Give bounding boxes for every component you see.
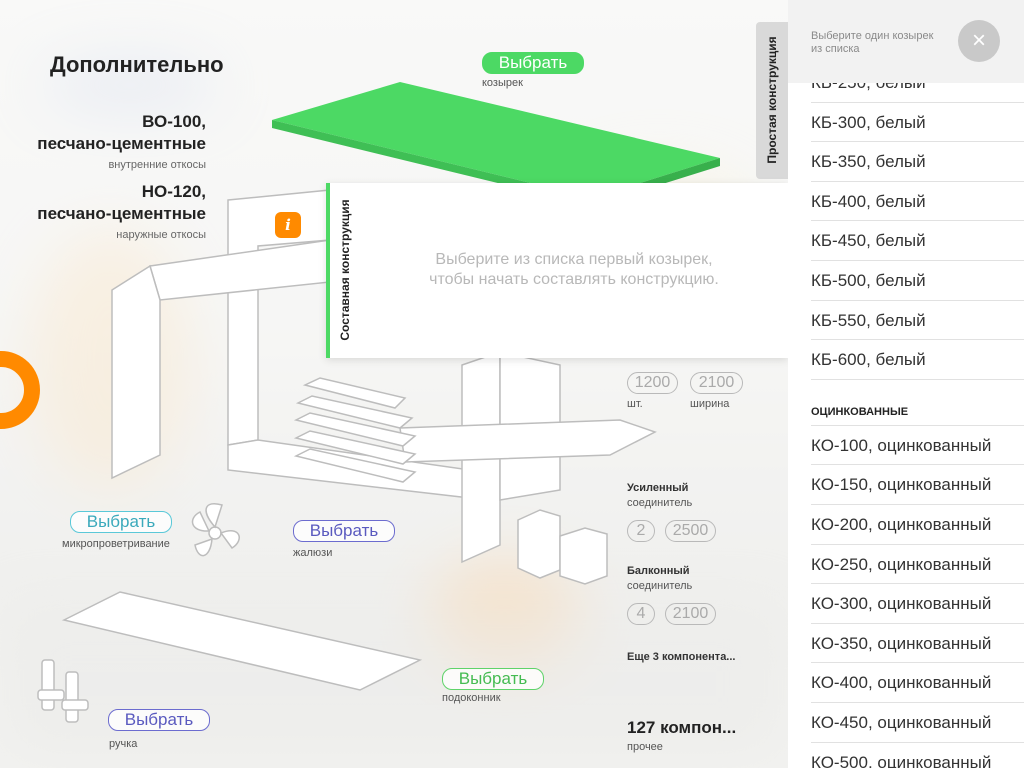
- balcony-connector-sub: соединитель: [627, 580, 693, 592]
- list-item[interactable]: КО-400, оцинкованный: [811, 663, 1024, 703]
- spec-name: ВО-100, песчано-цементные: [37, 112, 206, 153]
- list-item[interactable]: КБ-550, белый: [811, 301, 1024, 341]
- tab-composite-construction-label: Составная конструкция: [338, 199, 352, 341]
- vent-fan-illustration: [191, 503, 240, 557]
- list-item[interactable]: КБ-600, белый: [811, 340, 1024, 380]
- width-pill[interactable]: 2100: [690, 372, 743, 394]
- window-sill: [61, 591, 423, 691]
- spec-name: НО-120, песчано-цементные: [37, 182, 206, 223]
- select-sill-button[interactable]: Выбрать: [442, 668, 544, 690]
- list-item[interactable]: КО-450, оцинкованный: [811, 703, 1024, 743]
- list-item[interactable]: КО-350, оцинкованный: [811, 624, 1024, 664]
- tab-simple-construction-label: Простая конструкция: [765, 36, 779, 164]
- more-components-link[interactable]: Еще 3 компонента...: [627, 651, 735, 663]
- list-item[interactable]: КО-500, оцинкованный: [811, 743, 1024, 768]
- tab-simple-construction[interactable]: Простая конструкция: [756, 22, 788, 179]
- spec-sub: внутренние откосы: [108, 159, 206, 171]
- reinforced-qty-pill[interactable]: 2: [627, 520, 655, 542]
- list-item[interactable]: КБ-350, белый: [811, 142, 1024, 182]
- handle-caption: ручка: [109, 738, 138, 750]
- balcony-qty-pill[interactable]: 4: [627, 603, 655, 625]
- sidebar-header: Выберите один козырек из списка ×: [788, 0, 1024, 83]
- select-blinds-button[interactable]: Выбрать: [293, 520, 395, 542]
- sidebar-hint: Выберите один козырек из списка: [811, 30, 934, 55]
- balcony-connector-title: Балконный: [627, 565, 690, 577]
- list-item[interactable]: КО-100, оцинкованный: [811, 426, 1024, 466]
- other-components-count[interactable]: 127 компон...: [627, 718, 736, 738]
- other-components-label: прочее: [627, 741, 663, 753]
- list-item[interactable]: КБ-400, белый: [811, 182, 1024, 222]
- side-slope: [111, 264, 161, 480]
- select-handle-button[interactable]: Выбрать: [108, 709, 210, 731]
- info-icon[interactable]: i: [275, 212, 301, 238]
- list-item[interactable]: КО-250, оцинкованный: [811, 545, 1024, 585]
- reinforced-connector-title: Усиленный: [627, 482, 689, 494]
- list-item[interactable]: КО-300, оцинкованный: [811, 584, 1024, 624]
- reinforced-width-pill[interactable]: 2500: [665, 520, 716, 542]
- width-label: ширина: [690, 398, 730, 410]
- vent-caption: микропроветривание: [62, 538, 170, 550]
- tab-composite-construction[interactable]: Составная конструкция: [330, 183, 360, 358]
- visor-caption: козырек: [482, 77, 523, 89]
- list-item[interactable]: КО-150, оцинкованный: [811, 465, 1024, 505]
- spec-outer-slopes[interactable]: НО-120, песчано-цементные наружные откос…: [6, 181, 206, 241]
- page-title: Дополнительно: [50, 52, 224, 77]
- connector-illustration: [517, 509, 608, 585]
- composite-construction-panel: Составная конструкция Выберите из списка…: [326, 183, 788, 358]
- list-item[interactable]: КБ-450, белый: [811, 221, 1024, 261]
- list-item[interactable]: КБ-300, белый: [811, 103, 1024, 143]
- spec-sub: наружные откосы: [116, 229, 206, 241]
- spec-inner-slopes[interactable]: ВО-100, песчано-цементные внутренние отк…: [6, 111, 206, 171]
- list-section-header: ОЦИНКОВАННЫЕ: [811, 380, 1024, 426]
- quantity-label: шт.: [627, 398, 643, 410]
- sill-caption: подоконник: [442, 692, 501, 704]
- quantity-pill[interactable]: 1200: [627, 372, 678, 394]
- outer-sill: [399, 419, 657, 463]
- select-visor-button[interactable]: Выбрать: [482, 52, 584, 74]
- panel-empty-message: Выберите из списка первый козырек, чтобы…: [429, 251, 719, 288]
- visor-list-sidebar: КБ-250, белыйКБ-300, белыйКБ-350, белыйК…: [788, 0, 1024, 768]
- reinforced-connector-sub: соединитель: [627, 497, 693, 509]
- list-item[interactable]: КБ-500, белый: [811, 261, 1024, 301]
- visor-list: КБ-250, белыйКБ-300, белыйКБ-350, белыйК…: [811, 63, 1024, 768]
- blinds-caption: жалюзи: [293, 547, 333, 559]
- close-button[interactable]: ×: [958, 20, 1000, 62]
- balcony-width-pill[interactable]: 2100: [665, 603, 716, 625]
- select-vent-button[interactable]: Выбрать: [70, 511, 172, 533]
- handle-illustration: [37, 659, 89, 723]
- list-item[interactable]: КО-200, оцинкованный: [811, 505, 1024, 545]
